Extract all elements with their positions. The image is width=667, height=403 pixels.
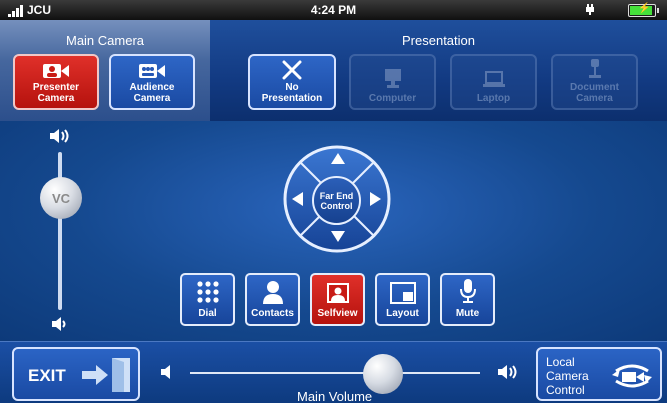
source-panel: Main Camera Presenter Camera Audience Ca… [0, 20, 667, 121]
selfview-label: Selfview [317, 308, 358, 319]
battery-icon: ⚡ [628, 3, 659, 17]
presenter-camera-button[interactable]: Presenter Camera [13, 54, 99, 110]
presentation-title: Presentation [402, 33, 475, 48]
camera-up-arrow[interactable] [331, 153, 345, 164]
document-camera-label-2: Camera [576, 93, 613, 104]
main-camera-title: Main Camera [65, 33, 145, 48]
main-volume-up-icon[interactable] [497, 364, 519, 380]
vc-knob-label: VC [51, 190, 71, 206]
layout-icon [389, 282, 416, 304]
camera-right-arrow[interactable] [370, 192, 381, 206]
selfview-button[interactable]: Selfview [310, 273, 365, 326]
exit-door-icon [82, 358, 130, 392]
laptop-icon [482, 71, 505, 87]
power-plug-icon [584, 3, 596, 18]
no-presentation-button[interactable]: No Presentation [248, 54, 336, 110]
document-camera-label-1: Document [570, 82, 619, 93]
presenter-camera-label-1: Presenter [32, 82, 80, 93]
contacts-button[interactable]: Contacts [245, 273, 300, 326]
bottom-bar: EXIT Main Volume Local Camera Control [0, 341, 667, 403]
status-bar: JCU 4:24 PM ⚡ [0, 0, 667, 20]
keypad-icon [196, 281, 219, 303]
mute-label: Mute [455, 308, 480, 319]
far-end-label-2: Control [320, 200, 353, 211]
status-time: 4:24 PM [310, 3, 357, 17]
audience-camera-button[interactable]: Audience Camera [109, 54, 195, 110]
camera-rotate-icon [612, 364, 652, 388]
layout-label: Layout [386, 308, 419, 319]
no-presentation-label-1: No [285, 82, 299, 93]
computer-button[interactable]: Computer [349, 54, 436, 110]
main-volume-down-icon[interactable] [160, 364, 174, 380]
camera-down-arrow[interactable] [331, 231, 345, 242]
computer-label: Computer [368, 93, 417, 104]
dial-label: Dial [198, 308, 217, 319]
touch-panel-screen: JCU 4:24 PM ⚡ Main Camera Presenter Came… [0, 0, 667, 403]
person-icon [262, 281, 283, 304]
document-camera-icon [588, 59, 601, 78]
local-camera-label-2: Camera [546, 369, 589, 383]
audience-camera-label-1: Audience [129, 82, 175, 93]
dial-button[interactable]: Dial [180, 273, 235, 326]
mute-button[interactable]: Mute [440, 273, 495, 326]
main-volume-knob[interactable] [363, 354, 403, 394]
vc-volume-knob[interactable]: VC [40, 177, 82, 219]
far-end-label-1: Far End [319, 190, 354, 201]
camera-left-arrow[interactable] [292, 192, 303, 206]
contacts-label: Contacts [251, 308, 294, 319]
local-camera-label-1: Local [546, 355, 575, 369]
vc-volume-slider[interactable] [58, 152, 62, 310]
local-camera-control-button[interactable]: Local Camera Control [536, 347, 662, 401]
main-volume-label: Main Volume [297, 389, 373, 403]
microphone-icon [459, 279, 476, 303]
exit-label: EXIT [28, 366, 66, 385]
main-volume-slider[interactable] [190, 372, 480, 374]
main-camera-section: Main Camera Presenter Camera Audience Ca… [0, 20, 210, 121]
document-camera-button[interactable]: Document Camera [551, 54, 638, 110]
audience-camera-icon [139, 64, 165, 78]
laptop-label: Laptop [476, 93, 511, 104]
computer-icon [384, 69, 401, 88]
vc-volume-down-icon[interactable] [51, 316, 67, 332]
audience-camera-label-2: Camera [133, 93, 171, 104]
layout-button[interactable]: Layout [375, 273, 430, 326]
local-camera-label-3: Control [546, 383, 585, 397]
vc-volume-up-icon[interactable] [49, 128, 71, 144]
selfview-icon [326, 283, 349, 303]
no-presentation-label-2: Presentation [261, 93, 323, 104]
presenter-camera-label-2: Camera [37, 93, 75, 104]
presenter-camera-icon [43, 64, 69, 78]
laptop-button[interactable]: Laptop [450, 54, 537, 110]
x-icon [282, 60, 302, 80]
exit-button[interactable]: EXIT [12, 347, 140, 401]
far-end-control-button[interactable]: Far End Control [312, 176, 361, 225]
